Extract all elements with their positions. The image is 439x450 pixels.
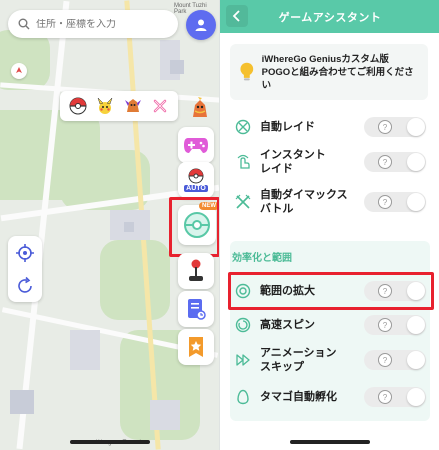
map-pixel-block	[150, 400, 180, 430]
toggle-knob	[407, 351, 425, 369]
fast-forward-icon	[234, 351, 252, 369]
auto-raid-toggle[interactable]	[364, 117, 426, 137]
pokeball-slot[interactable]	[67, 95, 89, 117]
range-expand-toggle[interactable]	[364, 281, 426, 301]
help-icon[interactable]: ?	[378, 195, 392, 209]
animation-skip-row: アニメーション スキップ ?	[228, 344, 432, 376]
map-pixel-block	[10, 390, 34, 414]
auto-hatch-toggle[interactable]	[364, 387, 426, 407]
gamepad-button[interactable]	[178, 127, 214, 163]
pokeball-icon	[188, 168, 204, 184]
info-line: POGOと組み合わせてご利用ください	[261, 66, 414, 91]
info-card: iWhereGo Geniusカスタム版 POGOと組み合わせてご利用ください	[230, 44, 428, 100]
header: ゲームアシスタント	[220, 0, 439, 33]
chevron-left-icon	[232, 10, 240, 22]
tap-icon	[234, 153, 252, 171]
map-marker[interactable]	[11, 63, 27, 79]
pokemon-slot[interactable]	[122, 95, 144, 117]
spin-icon	[234, 316, 252, 334]
pin-icon	[16, 67, 22, 73]
close-slot[interactable]	[149, 95, 171, 117]
fast-spin-toggle[interactable]	[364, 315, 426, 335]
favorites-button[interactable]	[178, 329, 214, 365]
page-title: ゲームアシスタント	[278, 11, 382, 24]
help-icon[interactable]: ?	[378, 284, 392, 298]
help-icon[interactable]: ?	[378, 390, 392, 404]
home-indicator[interactable]	[290, 440, 370, 444]
map-pixel-block	[70, 330, 100, 370]
animation-skip-toggle[interactable]	[364, 350, 426, 370]
back-button[interactable]	[226, 5, 248, 27]
pikachu-icon	[98, 97, 113, 114]
gamepad-icon	[184, 138, 208, 153]
search-bar[interactable]	[8, 10, 178, 38]
toggle-knob	[407, 316, 425, 334]
instant-raid-toggle[interactable]	[364, 152, 426, 172]
pokeball-icon	[69, 97, 87, 115]
fast-spin-row: 高速スピン ?	[228, 314, 432, 336]
auto-dynamax-row: 自動ダイマックス バトル ?	[228, 186, 432, 218]
toggle-knob	[407, 282, 425, 300]
target-icon	[234, 282, 252, 300]
pokeball-assistant-icon	[184, 212, 210, 238]
section-title: 効率化と範囲	[232, 253, 292, 264]
toggle-knob	[407, 193, 425, 211]
range-expand-row: 範囲の拡大 ?	[228, 280, 432, 302]
pokemon-selector-bar[interactable]	[60, 91, 178, 121]
crosshair-icon[interactable]	[15, 243, 35, 263]
map-controls	[8, 236, 42, 302]
notes-icon	[188, 299, 206, 320]
toggle-knob	[407, 153, 425, 171]
map-park	[100, 240, 170, 320]
swords-icon	[234, 118, 252, 136]
help-icon[interactable]: ?	[378, 155, 392, 169]
crossed-swords-icon	[234, 193, 252, 211]
help-icon[interactable]: ?	[378, 120, 392, 134]
egg-icon	[234, 388, 252, 406]
user-icon	[195, 19, 207, 31]
auto-label: AUTO	[184, 185, 208, 192]
home-indicator[interactable]	[70, 440, 150, 444]
info-line: iWhereGo Geniusカスタム版	[261, 53, 389, 65]
map-park	[0, 30, 50, 90]
auto-hatch-row: タマゴ自動孵化 ?	[228, 386, 432, 408]
lightbulb-icon	[240, 62, 254, 81]
map-pixel-block	[124, 222, 134, 232]
info-text: iWhereGo Geniusカスタム版 POGOと組み合わせてご利用ください	[262, 53, 420, 92]
new-badge: NEW	[199, 202, 219, 210]
joystick-button[interactable]	[178, 253, 214, 289]
game-assistant-button[interactable]: NEW	[178, 202, 219, 245]
help-icon[interactable]: ?	[378, 353, 392, 367]
avatar-button[interactable]	[186, 10, 216, 40]
joystick-icon	[189, 259, 203, 281]
auto-catch-button[interactable]: AUTO	[178, 162, 214, 198]
toggle-knob	[407, 388, 425, 406]
close-icon	[154, 99, 167, 113]
search-icon	[18, 18, 30, 30]
dragon-pokemon-icon	[124, 99, 141, 112]
search-input[interactable]	[36, 18, 156, 30]
game-assistant-panel: ゲームアシスタント iWhereGo Geniusカスタム版 POGOと組み合わ…	[219, 0, 439, 450]
refresh-icon[interactable]	[15, 276, 35, 296]
toggle-knob	[407, 118, 425, 136]
pikachu-slot[interactable]	[94, 95, 116, 117]
pokemon-avatar-button[interactable]	[186, 94, 214, 122]
notes-button[interactable]	[178, 291, 214, 327]
instant-raid-row: インスタント レイド ?	[228, 146, 432, 178]
help-icon[interactable]: ?	[378, 318, 392, 332]
map-pixel-block	[170, 60, 184, 74]
auto-raid-row: 自動レイド ?	[228, 116, 432, 138]
map-panel[interactable]: Mount Tuzhi Park 住所・座標を入力 AUTO NEW	[0, 0, 220, 450]
fire-pokemon-icon	[193, 97, 207, 117]
star-icon	[189, 337, 203, 357]
auto-dynamax-toggle[interactable]	[364, 192, 426, 212]
